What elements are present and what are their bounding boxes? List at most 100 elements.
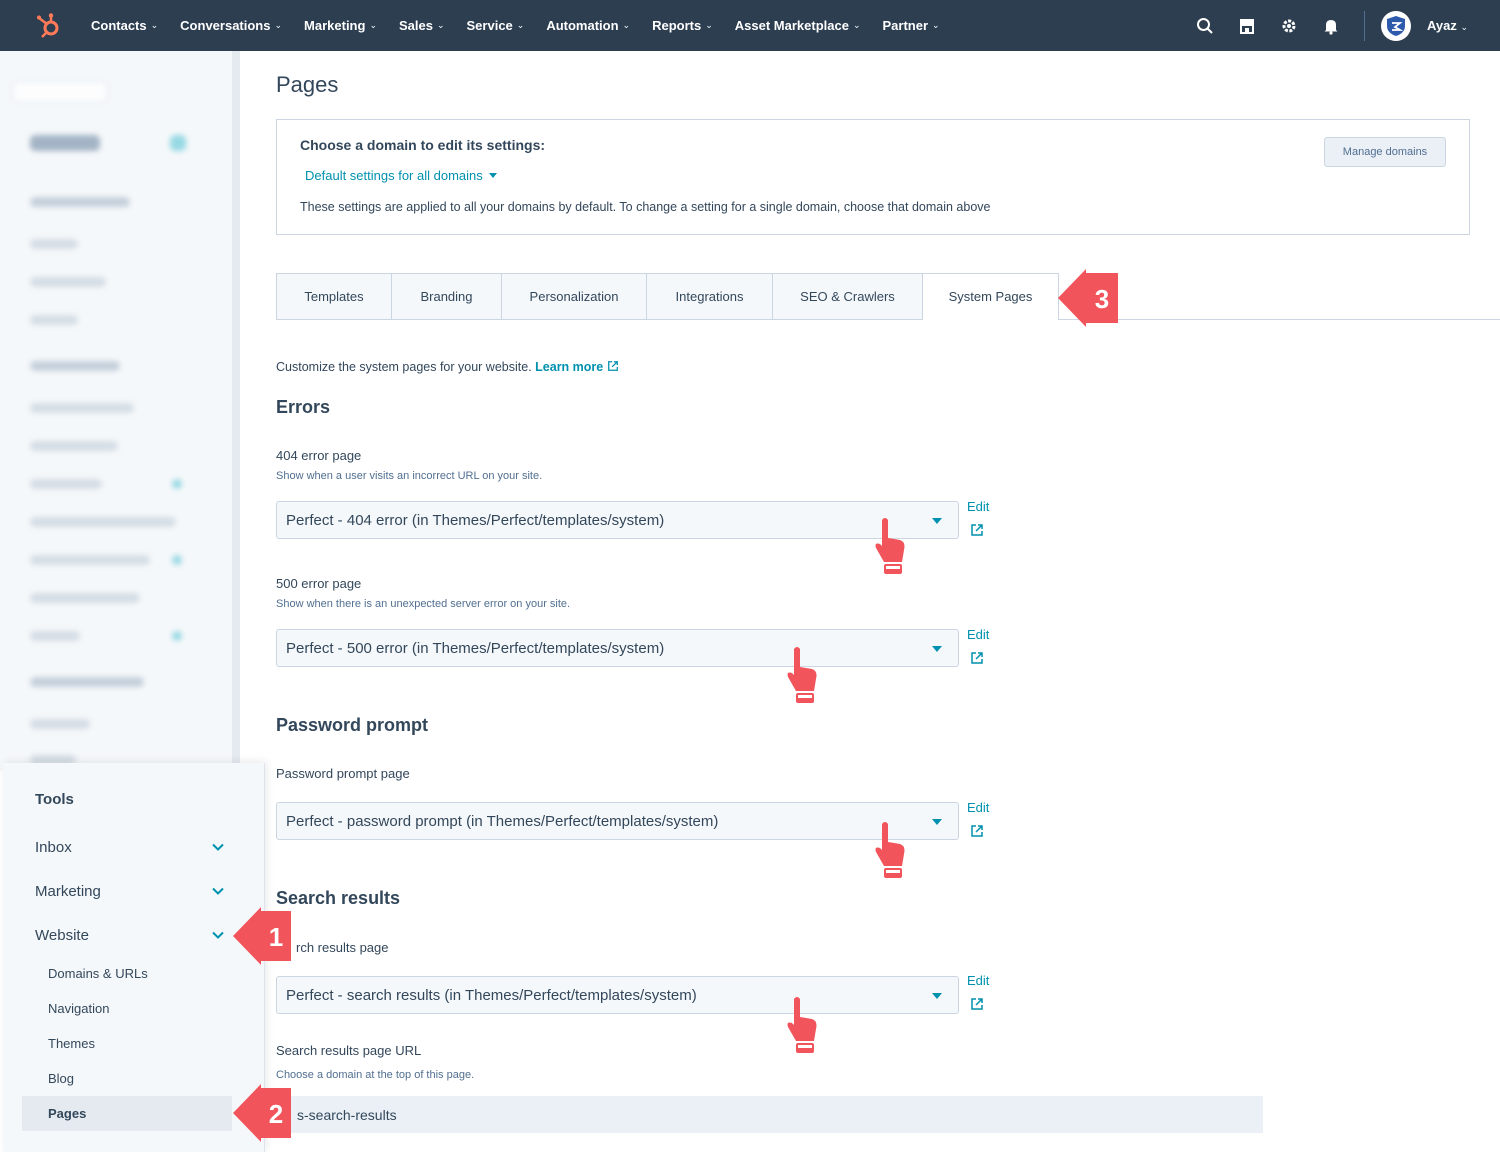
nav-contacts[interactable]: Contacts ⌄ <box>80 18 169 33</box>
tools-sub-navigation[interactable]: Navigation <box>48 1001 109 1016</box>
pointer-hand-icon <box>787 647 817 703</box>
error-500-value: Perfect - 500 error (in Themes/Perfect/t… <box>286 639 665 657</box>
blurred-line <box>30 197 130 207</box>
tools-item-marketing[interactable]: Marketing <box>35 879 225 903</box>
manage-domains-button[interactable]: Manage domains <box>1324 137 1446 167</box>
blurred-line <box>30 361 120 371</box>
tools-sub-themes[interactable]: Themes <box>48 1036 95 1051</box>
blurred-line <box>30 277 106 287</box>
tab-integrations[interactable]: Integrations <box>647 273 773 320</box>
callout-2: 2 <box>233 1084 291 1142</box>
tools-item-inbox[interactable]: Inbox <box>35 835 225 859</box>
tab-seo-crawlers[interactable]: SEO & Crawlers <box>773 273 923 320</box>
tab-system-pages[interactable]: System Pages <box>923 273 1059 320</box>
chevron-down-icon: ⌄ <box>369 20 377 30</box>
nav-asset-marketplace[interactable]: Asset Marketplace ⌄ <box>724 18 872 33</box>
blurred-line <box>30 517 176 527</box>
main-menu: Contacts ⌄ Conversations ⌄ Marketing ⌄ Sale… <box>80 0 951 51</box>
search-url-input[interactable]: s-search-results <box>276 1096 1263 1133</box>
caret-down-icon <box>932 993 942 999</box>
gear-icon[interactable] <box>1268 0 1310 51</box>
callout-number: 2 <box>269 1099 283 1129</box>
avatar[interactable] <box>1380 10 1411 41</box>
chevron-down-icon: ⌄ <box>622 20 631 30</box>
password-edit-link[interactable]: Edit <box>967 800 989 815</box>
blurred-search-icon <box>170 135 186 151</box>
blurred-line <box>30 479 102 489</box>
domain-select-label: Default settings for all domains <box>305 168 483 183</box>
blurred-line <box>30 719 90 729</box>
caret-down-icon <box>932 819 942 825</box>
chevron-down-icon: ⌄ <box>150 20 159 30</box>
blurred-line <box>30 593 140 603</box>
external-link-icon[interactable] <box>970 523 984 537</box>
marketplace-icon[interactable] <box>1226 0 1268 51</box>
blurred-line <box>172 555 182 565</box>
learn-more-label: Learn more <box>535 360 604 374</box>
error-500-help: Show when there is an unexpected server … <box>276 598 571 610</box>
tools-sub-pages[interactable]: Pages <box>48 1106 86 1121</box>
error-404-edit-link[interactable]: Edit <box>967 499 989 514</box>
blurred-heading <box>30 135 100 151</box>
tools-item-label: Marketing <box>35 882 101 900</box>
user-name-label: Ayaz <box>1426 18 1457 33</box>
nav-label: Reports <box>652 18 702 33</box>
nav-automation[interactable]: Automation ⌄ <box>535 18 641 33</box>
nav-marketing[interactable]: Marketing ⌄ <box>293 18 388 33</box>
tab-branding[interactable]: Branding <box>392 273 502 320</box>
search-icon[interactable] <box>1184 0 1226 51</box>
nav-reports[interactable]: Reports ⌄ <box>641 18 724 33</box>
nav-label: Conversations <box>180 18 271 33</box>
nav-label: Sales <box>398 18 433 33</box>
error-404-help: Show when a user visits an incorrect URL… <box>276 470 543 482</box>
nav-service[interactable]: Service ⌄ <box>456 18 536 33</box>
settings-tabs: Templates Branding Personalization Integ… <box>276 273 1059 320</box>
external-link-icon[interactable] <box>970 651 984 665</box>
tools-sub-blog[interactable]: Blog <box>48 1071 74 1086</box>
search-edit-link[interactable]: Edit <box>967 973 989 988</box>
password-label: Password prompt page <box>276 766 410 781</box>
settings-sidebar-blurred <box>0 51 240 771</box>
error-404-select[interactable]: Perfect - 404 error (in Themes/Perfect/t… <box>276 501 959 539</box>
password-heading: Password prompt <box>276 715 429 735</box>
external-link-icon <box>607 361 618 371</box>
blurred-line <box>30 441 118 451</box>
password-select[interactable]: Perfect - password prompt (in Themes/Per… <box>276 802 959 840</box>
nav-conversations[interactable]: Conversations ⌄ <box>169 18 293 33</box>
pointer-hand-icon <box>875 822 905 878</box>
nav-sales[interactable]: Sales ⌄ <box>388 18 456 33</box>
learn-more-link[interactable]: Learn more <box>535 360 619 374</box>
domain-settings-box: Choose a domain to edit its settings: De… <box>276 119 1470 235</box>
blurred-line <box>30 403 134 413</box>
tab-templates[interactable]: Templates <box>276 273 392 320</box>
chevron-down-icon: ⌄ <box>932 20 940 30</box>
bell-icon[interactable] <box>1310 0 1352 51</box>
domain-select[interactable]: Default settings for all domains <box>305 168 497 183</box>
tools-panel: Tools Inbox Marketing Website Domains & … <box>3 763 265 1152</box>
chevron-down-icon: ⌄ <box>852 20 861 30</box>
external-link-icon[interactable] <box>970 997 984 1011</box>
tools-sub-domains-urls[interactable]: Domains & URLs <box>48 966 148 981</box>
error-500-select[interactable]: Perfect - 500 error (in Themes/Perfect/t… <box>276 629 959 667</box>
error-500-edit-link[interactable]: Edit <box>967 627 989 642</box>
external-link-icon[interactable] <box>970 824 984 838</box>
nav-label: Partner <box>882 18 929 33</box>
chevron-down-icon: ⌄ <box>1460 22 1468 32</box>
error-404-value: Perfect - 404 error (in Themes/Perfect/t… <box>286 511 665 529</box>
tools-item-website[interactable]: Website <box>35 923 225 947</box>
blurred-line <box>30 677 144 687</box>
search-label: rch results page <box>296 940 389 955</box>
caret-down-icon <box>932 646 942 652</box>
blurred-line <box>30 315 78 325</box>
chevron-down-icon: ⌄ <box>436 20 445 30</box>
tab-personalization[interactable]: Personalization <box>502 273 647 320</box>
blurred-line <box>30 239 78 249</box>
nav-partner[interactable]: Partner ⌄ <box>871 18 950 33</box>
hubspot-logo-icon[interactable] <box>36 12 62 38</box>
search-select[interactable]: Perfect - search results (in Themes/Perf… <box>276 976 959 1014</box>
blurred-line <box>172 631 182 641</box>
user-menu[interactable]: Ayaz ⌄ <box>1427 18 1468 33</box>
blurred-line <box>30 631 80 641</box>
tools-item-label: Website <box>35 926 89 944</box>
nav-label: Service <box>466 18 513 33</box>
